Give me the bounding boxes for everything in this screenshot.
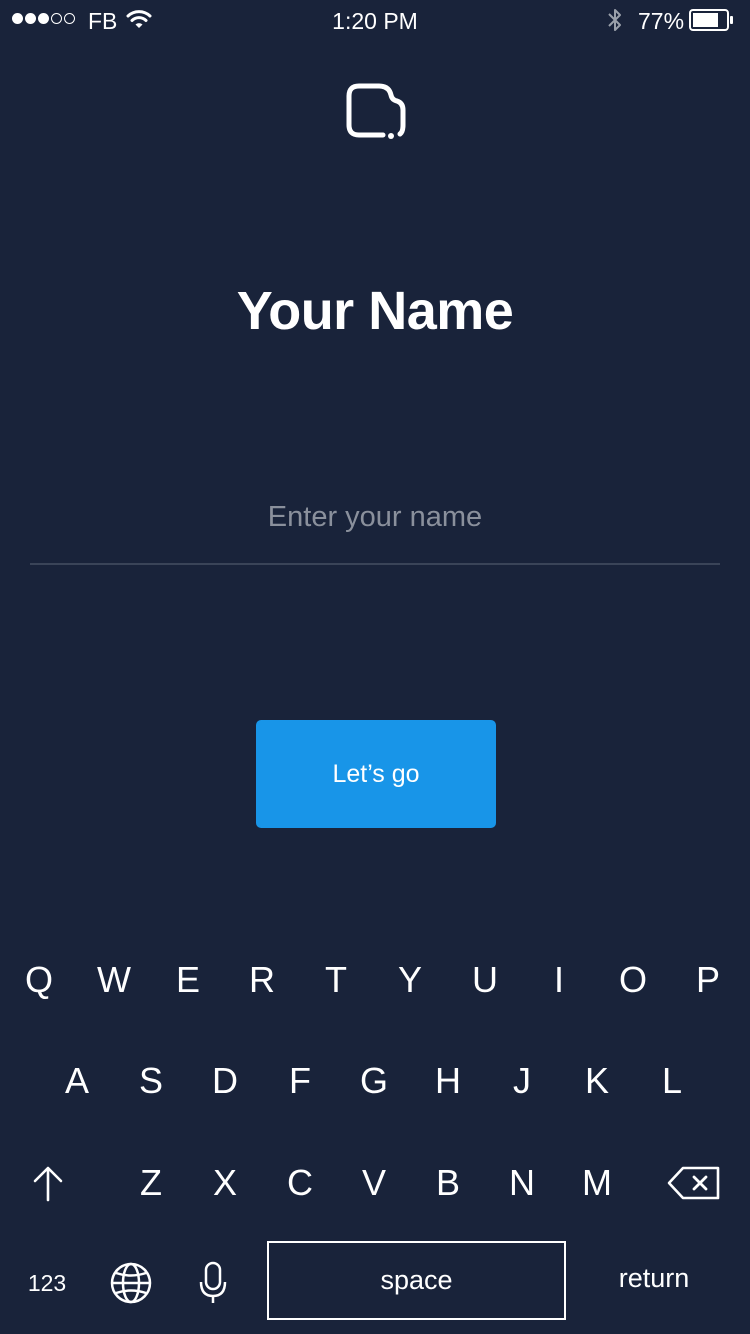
key-z[interactable]: Z	[121, 1148, 181, 1218]
key-j[interactable]: J	[492, 1046, 552, 1116]
key-m[interactable]: M	[567, 1148, 627, 1218]
input-underline	[30, 563, 720, 565]
backspace-key[interactable]	[664, 1148, 724, 1218]
bluetooth-icon	[605, 6, 625, 39]
globe-icon	[110, 1262, 152, 1304]
key-v[interactable]: V	[344, 1148, 404, 1218]
key-a[interactable]: A	[47, 1046, 107, 1116]
return-key[interactable]: return	[594, 1250, 714, 1306]
battery-icon	[689, 9, 733, 31]
microphone-key[interactable]	[183, 1248, 243, 1318]
key-n[interactable]: N	[492, 1148, 552, 1218]
page-title: Your Name	[236, 281, 514, 341]
key-y[interactable]: Y	[380, 945, 440, 1015]
numbers-key[interactable]: 123	[18, 1258, 76, 1308]
key-c[interactable]: C	[270, 1148, 330, 1218]
key-x[interactable]: X	[195, 1148, 255, 1218]
status-bar: FB 1:20 PM 77%	[0, 0, 750, 42]
key-w[interactable]: W	[84, 945, 144, 1015]
key-s[interactable]: S	[121, 1046, 181, 1116]
key-g[interactable]: G	[344, 1046, 404, 1116]
key-q[interactable]: Q	[9, 945, 69, 1015]
key-b[interactable]: B	[418, 1148, 478, 1218]
key-u[interactable]: U	[455, 945, 515, 1015]
key-i[interactable]: I	[529, 945, 589, 1015]
key-t[interactable]: T	[306, 945, 366, 1015]
key-o[interactable]: O	[603, 945, 663, 1015]
key-l[interactable]: L	[642, 1046, 702, 1116]
backspace-icon	[667, 1166, 720, 1200]
shift-icon	[33, 1166, 63, 1202]
key-d[interactable]: D	[195, 1046, 255, 1116]
battery-percentage: 77%	[638, 8, 685, 34]
key-p[interactable]: P	[678, 945, 738, 1015]
key-e[interactable]: E	[158, 945, 218, 1015]
globe-key[interactable]	[101, 1248, 161, 1318]
name-input[interactable]	[30, 488, 720, 546]
key-f[interactable]: F	[270, 1046, 330, 1116]
key-k[interactable]: K	[567, 1046, 627, 1116]
lets-go-button[interactable]: Let’s go	[256, 720, 496, 828]
space-key[interactable]: space	[267, 1241, 566, 1320]
key-h[interactable]: H	[418, 1046, 478, 1116]
shift-key[interactable]	[18, 1148, 78, 1218]
app-logo	[345, 82, 407, 142]
key-r[interactable]: R	[232, 945, 292, 1015]
microphone-icon	[199, 1261, 227, 1303]
